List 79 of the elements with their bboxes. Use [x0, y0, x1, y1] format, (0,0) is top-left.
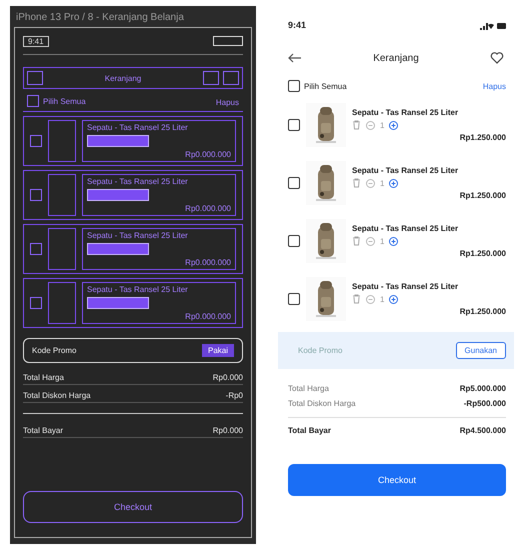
product-price: Rp1.250.000 [460, 307, 506, 316]
summary-label: Total Diskon Harga [23, 391, 91, 400]
product-name: Sepatu - Tas Ransel 25 Liter [352, 282, 460, 291]
trash-icon[interactable] [352, 294, 361, 304]
product-price: Rp1.250.000 [460, 191, 506, 200]
plus-icon[interactable] [389, 236, 398, 246]
total-value: Rp4.500.000 [460, 426, 506, 435]
frame-title: iPhone 13 Pro / 8 - Keranjang Belanja [15, 11, 185, 25]
product-name: Sepatu - Tas Ransel 25 Liter [87, 231, 189, 240]
product-price: Rp1.250.000 [460, 249, 506, 258]
product-name: Sepatu - Tas Ransel 25 Liter [352, 224, 460, 233]
quantity-placeholder [87, 297, 149, 309]
product-name: Sepatu - Tas Ransel 25 Liter [87, 285, 189, 294]
back-arrow-icon[interactable] [288, 53, 302, 63]
header-title: Keranjang [373, 52, 419, 64]
checkbox[interactable] [288, 177, 300, 189]
select-all-label: Pilih Semua [43, 96, 86, 106]
trash-icon[interactable] [352, 120, 361, 130]
checkbox[interactable] [288, 293, 300, 305]
image-placeholder [48, 174, 76, 216]
checkout-button[interactable]: Checkout [288, 464, 506, 496]
summary-value: Rp5.000.000 [460, 384, 506, 393]
status-icons [480, 20, 506, 30]
total-value: Rp0.000 [212, 426, 243, 435]
total-label: Total Bayar [23, 426, 64, 435]
image-placeholder [48, 120, 76, 162]
total-label: Total Bayar [288, 426, 331, 435]
icon-placeholder[interactable] [202, 71, 219, 85]
summary-value: -Rp0 [226, 391, 243, 400]
heart-icon[interactable] [490, 52, 504, 64]
plus-icon[interactable] [389, 120, 398, 130]
delete-label[interactable]: Hapus [216, 98, 239, 107]
product-name: Sepatu - Tas Ransel 25 Liter [87, 123, 189, 132]
header-title: Keranjang [104, 74, 142, 82]
icon-placeholder[interactable] [222, 71, 239, 85]
quantity-placeholder [87, 135, 149, 147]
checkbox-placeholder[interactable] [27, 95, 39, 107]
checkbox-placeholder[interactable] [30, 243, 42, 255]
status-time: 9:41 [23, 36, 49, 46]
promo-button[interactable]: Pakai [202, 344, 234, 357]
plus-icon[interactable] [389, 294, 398, 304]
image-placeholder [48, 282, 76, 324]
plus-icon[interactable] [389, 178, 398, 188]
status-time: 9:41 [288, 20, 306, 30]
checkout-button[interactable]: Checkout [23, 491, 243, 523]
promo-input-field[interactable]: Kode Promo [32, 344, 202, 357]
trash-icon[interactable] [352, 178, 361, 188]
summary-label: Total Diskon Harga [288, 399, 356, 408]
checkbox[interactable] [288, 80, 300, 92]
summary-label: Total Harga [23, 373, 64, 382]
product-price: Rp0.000.000 [185, 150, 231, 159]
back-placeholder[interactable] [27, 71, 43, 85]
summary-value: Rp0.000 [212, 373, 243, 382]
quantity-value: 1 [380, 178, 384, 188]
summary-value: -Rp500.000 [464, 399, 506, 408]
quantity-value: 1 [380, 294, 384, 304]
trash-icon[interactable] [352, 236, 361, 246]
product-price: Rp0.000.000 [185, 204, 231, 213]
select-all-label: Pilih Semua [304, 82, 347, 90]
product-name: Sepatu - Tas Ransel 25 Liter [352, 108, 460, 117]
status-icons-placeholder [213, 36, 243, 46]
product-price: Rp0.000.000 [185, 312, 231, 321]
summary-label: Total Harga [288, 384, 329, 393]
product-price: Rp1.250.000 [460, 133, 506, 142]
product-name: Sepatu - Tas Ransel 25 Liter [87, 177, 189, 186]
quantity-placeholder [87, 243, 149, 255]
checkbox[interactable] [288, 235, 300, 247]
promo-button[interactable]: Gunakan [456, 342, 506, 359]
image-placeholder [48, 228, 76, 270]
product-name: Sepatu - Tas Ransel 25 Liter [352, 166, 460, 175]
checkbox-placeholder[interactable] [30, 189, 42, 201]
checkbox-placeholder[interactable] [30, 297, 42, 309]
quantity-placeholder [87, 189, 149, 201]
quantity-value: 1 [380, 120, 384, 130]
quantity-value: 1 [380, 236, 384, 246]
checkbox-placeholder[interactable] [30, 135, 42, 147]
delete-link[interactable]: Hapus [482, 82, 506, 90]
product-price: Rp0.000.000 [185, 258, 231, 267]
checkbox[interactable] [288, 119, 300, 131]
